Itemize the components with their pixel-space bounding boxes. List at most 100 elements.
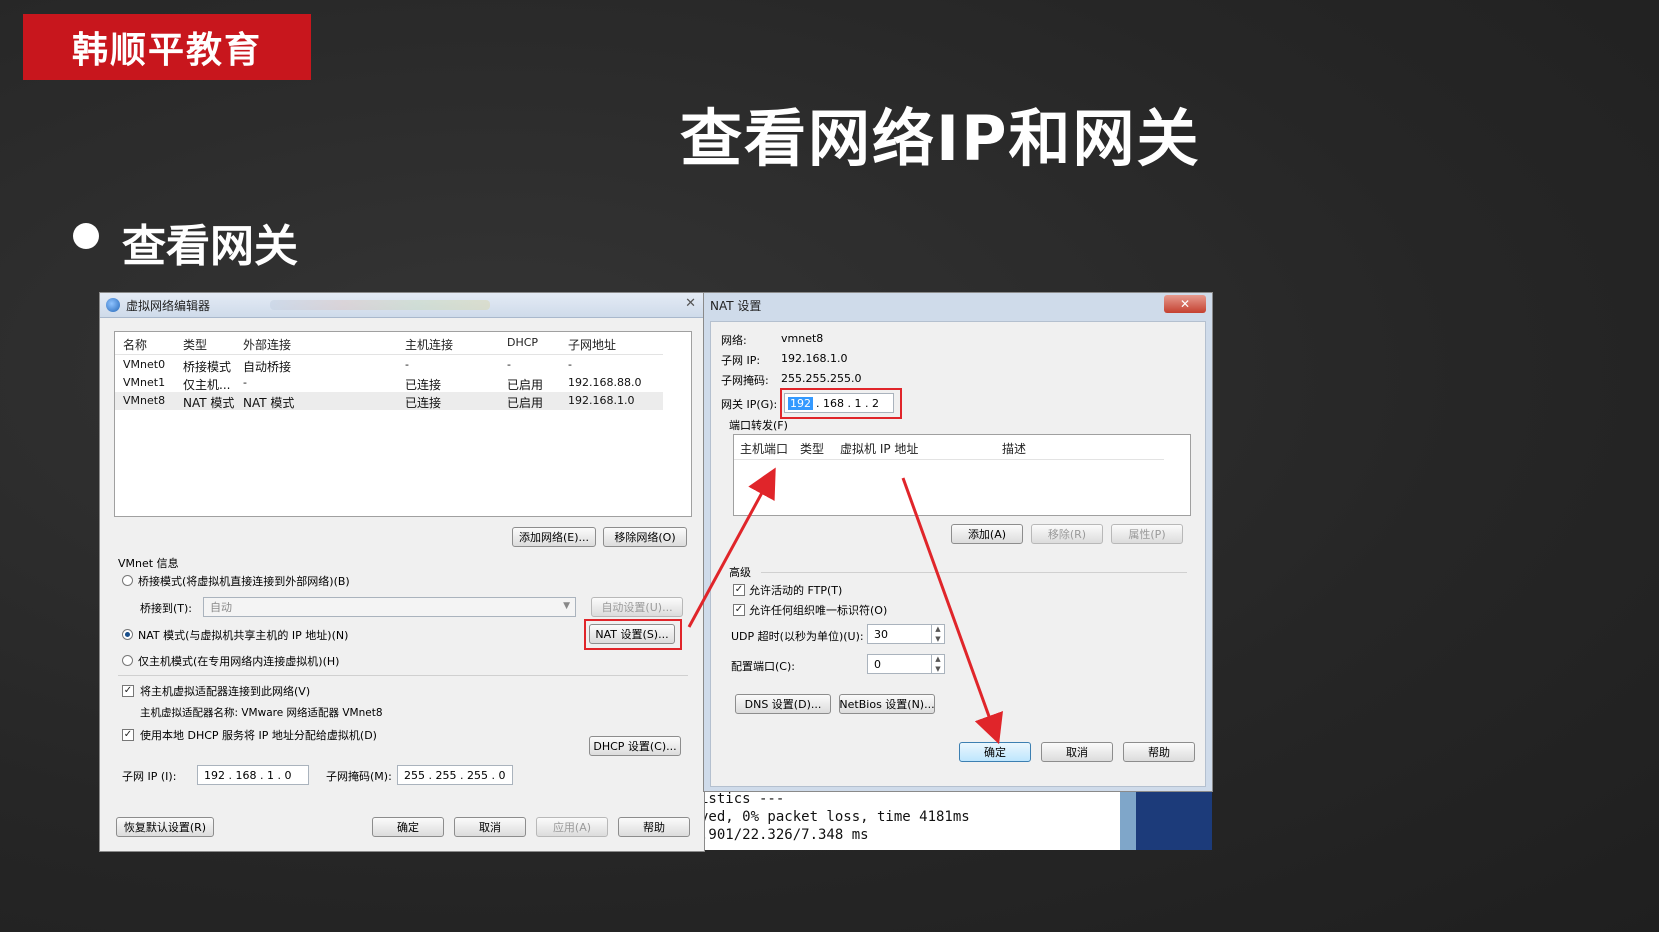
cell: 192.168.1.0 <box>568 394 635 407</box>
add-button[interactable]: 添加(A) <box>951 524 1023 544</box>
subnet-ip-value: 192.168.1.0 <box>781 352 848 365</box>
bullet-dot <box>73 223 99 249</box>
help-button[interactable]: 帮助 <box>618 817 690 837</box>
col-subnet[interactable]: 子网地址 <box>568 336 616 353</box>
use-dhcp-label[interactable]: 使用本地 DHCP 服务将 IP 地址分配给虚拟机(D) <box>140 727 377 743</box>
udp-timeout-label: UDP 超时(以秒为单位)(U): <box>731 630 864 643</box>
use-dhcp-checkbox[interactable]: ✓ <box>122 729 134 741</box>
pf-col-type[interactable]: 类型 <box>800 440 824 457</box>
nat-settings-highlight <box>584 619 682 650</box>
ok-button[interactable]: 确定 <box>372 817 444 837</box>
brand-logo: 韩顺平教育 <box>23 14 311 80</box>
nat-ok-button[interactable]: 确定 <box>959 742 1031 762</box>
allow-ftp-checkbox[interactable]: ✓ <box>733 584 745 596</box>
vmnet-info-heading: VMnet 信息 <box>118 557 179 570</box>
cell: VMnet0 <box>123 358 166 371</box>
nat-titlebar[interactable]: NAT 设置 <box>704 293 1212 317</box>
vne-title: 虚拟网络编辑器 <box>126 298 211 313</box>
pf-col-desc[interactable]: 描述 <box>1002 440 1026 457</box>
terminal-line: ved, 0% packet loss, time 4181ms <box>700 809 970 825</box>
restore-defaults-button[interactable]: 恢复默认设置(R) <box>116 817 214 837</box>
subnet-ip-field[interactable]: 192 . 168 . 1 . 0 <box>197 765 309 785</box>
close-icon[interactable]: ✕ <box>685 296 696 311</box>
pf-header-bar <box>734 435 1164 460</box>
connect-adapter-checkbox[interactable]: ✓ <box>122 685 134 697</box>
virtual-network-editor-window: 虚拟网络编辑器 ✕ 名称 类型 外部连接 主机连接 DHCP 子网地址 VMne… <box>99 292 705 852</box>
cell: 自动桥接 <box>243 360 292 374</box>
bullet-text: 查看网关 <box>122 221 298 272</box>
dns-settings-button[interactable]: DNS 设置(D)... <box>735 694 831 714</box>
cell: 仅主机... <box>183 378 231 392</box>
port-forwarding-list: 主机端口 类型 虚拟机 IP 地址 描述 <box>733 434 1191 516</box>
nat-help-button[interactable]: 帮助 <box>1123 742 1195 762</box>
subnet-ip-label: 子网 IP (I): <box>122 770 177 783</box>
terminal-scrollbar[interactable] <box>1120 790 1136 850</box>
remove-button[interactable]: 移除(R) <box>1031 524 1103 544</box>
col-name[interactable]: 名称 <box>123 336 147 353</box>
allow-ftp-label[interactable]: 允许活动的 FTP(T) <box>749 582 842 598</box>
network-globe-icon <box>106 298 120 312</box>
network-label: 网络: <box>721 334 747 347</box>
spinner-arrows-icon[interactable]: ▲ ▼ <box>931 654 944 674</box>
nat-settings-window: NAT 设置 ✕ 网络: vmnet8 子网 IP: 192.168.1.0 子… <box>703 292 1213 792</box>
bridge-mode-radio[interactable] <box>122 575 133 586</box>
netbios-settings-button[interactable]: NetBios 设置(N)... <box>839 694 935 714</box>
spinner-arrows-icon[interactable]: ▲ ▼ <box>931 624 944 644</box>
col-host[interactable]: 主机连接 <box>405 336 453 353</box>
cancel-button[interactable]: 取消 <box>454 817 526 837</box>
allow-oui-checkbox[interactable]: ✓ <box>733 604 745 616</box>
auto-settings-button[interactable]: 自动设置(U)... <box>591 597 683 617</box>
host-only-radio[interactable] <box>122 655 133 666</box>
nat-mode-label[interactable]: NAT 模式(与虚拟机共享主机的 IP 地址)(N) <box>138 627 348 643</box>
divider <box>118 675 688 676</box>
table-row[interactable]: VMnet0 桥接模式 自动桥接 - - - <box>115 356 663 374</box>
terminal-output: istics --- ved, 0% packet loss, time 418… <box>700 790 1134 850</box>
vne-titlebar[interactable]: 虚拟网络编辑器 <box>100 293 704 318</box>
col-external[interactable]: 外部连接 <box>243 336 291 353</box>
udp-timeout-stepper[interactable]: 30 ▲ ▼ <box>867 624 945 644</box>
advanced-heading: 高级 <box>729 566 751 579</box>
bridge-to-select[interactable]: 自动 ▼ <box>203 597 576 617</box>
cell: - <box>243 376 247 389</box>
remove-network-button[interactable]: 移除网络(O) <box>603 527 687 547</box>
desktop-strip <box>1136 790 1212 850</box>
allow-oui-label[interactable]: 允许任何组织唯一标识符(O) <box>749 602 887 618</box>
nat-cancel-button[interactable]: 取消 <box>1041 742 1113 762</box>
cell: - <box>507 358 511 371</box>
bridge-to-value: 自动 <box>210 601 232 614</box>
divider <box>761 572 1187 573</box>
host-only-label[interactable]: 仅主机模式(在专用网络内连接虚拟机)(H) <box>138 653 339 669</box>
cell: 已启用 <box>507 378 544 392</box>
subnet-mask-field[interactable]: 255 . 255 . 255 . 0 <box>397 765 513 785</box>
pf-col-vm-ip[interactable]: 虚拟机 IP 地址 <box>840 440 918 457</box>
pf-col-host-port[interactable]: 主机端口 <box>740 440 788 457</box>
adapter-name-text: 主机虚拟适配器名称: VMware 网络适配器 VMnet8 <box>140 707 383 719</box>
table-row[interactable]: VMnet1 仅主机... - 已连接 已启用 192.168.88.0 <box>115 374 663 392</box>
terminal-line: .901/22.326/7.348 ms <box>700 827 869 843</box>
apply-button[interactable]: 应用(A) <box>536 817 608 837</box>
blurred-toolbar-icons <box>270 300 491 310</box>
config-port-value: 0 <box>874 657 881 671</box>
connect-adapter-label[interactable]: 将主机虚拟适配器连接到此网络(V) <box>140 683 310 699</box>
cell: 已连接 <box>405 396 442 410</box>
col-type[interactable]: 类型 <box>183 336 207 353</box>
subnet-mask-label: 子网掩码: <box>721 374 769 387</box>
subnet-mask-value: 255.255.255.0 <box>781 372 862 385</box>
nat-body: 网络: vmnet8 子网 IP: 192.168.1.0 子网掩码: 255.… <box>710 321 1206 787</box>
col-dhcp[interactable]: DHCP <box>507 336 538 349</box>
network-value: vmnet8 <box>781 332 824 345</box>
properties-button[interactable]: 属性(P) <box>1111 524 1183 544</box>
subnet-ip-label: 子网 IP: <box>721 354 761 367</box>
dhcp-settings-button[interactable]: DHCP 设置(C)... <box>589 736 681 756</box>
cell: 192.168.88.0 <box>568 376 642 389</box>
config-port-stepper[interactable]: 0 ▲ ▼ <box>867 654 945 674</box>
bridge-mode-label[interactable]: 桥接模式(将虚拟机直接连接到外部网络)(B) <box>138 573 350 589</box>
nat-mode-radio[interactable] <box>122 629 133 640</box>
bridge-to-label: 桥接到(T): <box>140 602 193 615</box>
chevron-down-icon: ▼ <box>563 601 570 611</box>
slide-title: 查看网络IP和网关 <box>680 102 1201 175</box>
nat-title: NAT 设置 <box>710 298 762 313</box>
table-row-selected[interactable]: VMnet8 NAT 模式 NAT 模式 已连接 已启用 192.168.1.0 <box>115 392 663 410</box>
add-network-button[interactable]: 添加网络(E)... <box>512 527 596 547</box>
close-icon[interactable]: ✕ <box>1164 295 1206 313</box>
